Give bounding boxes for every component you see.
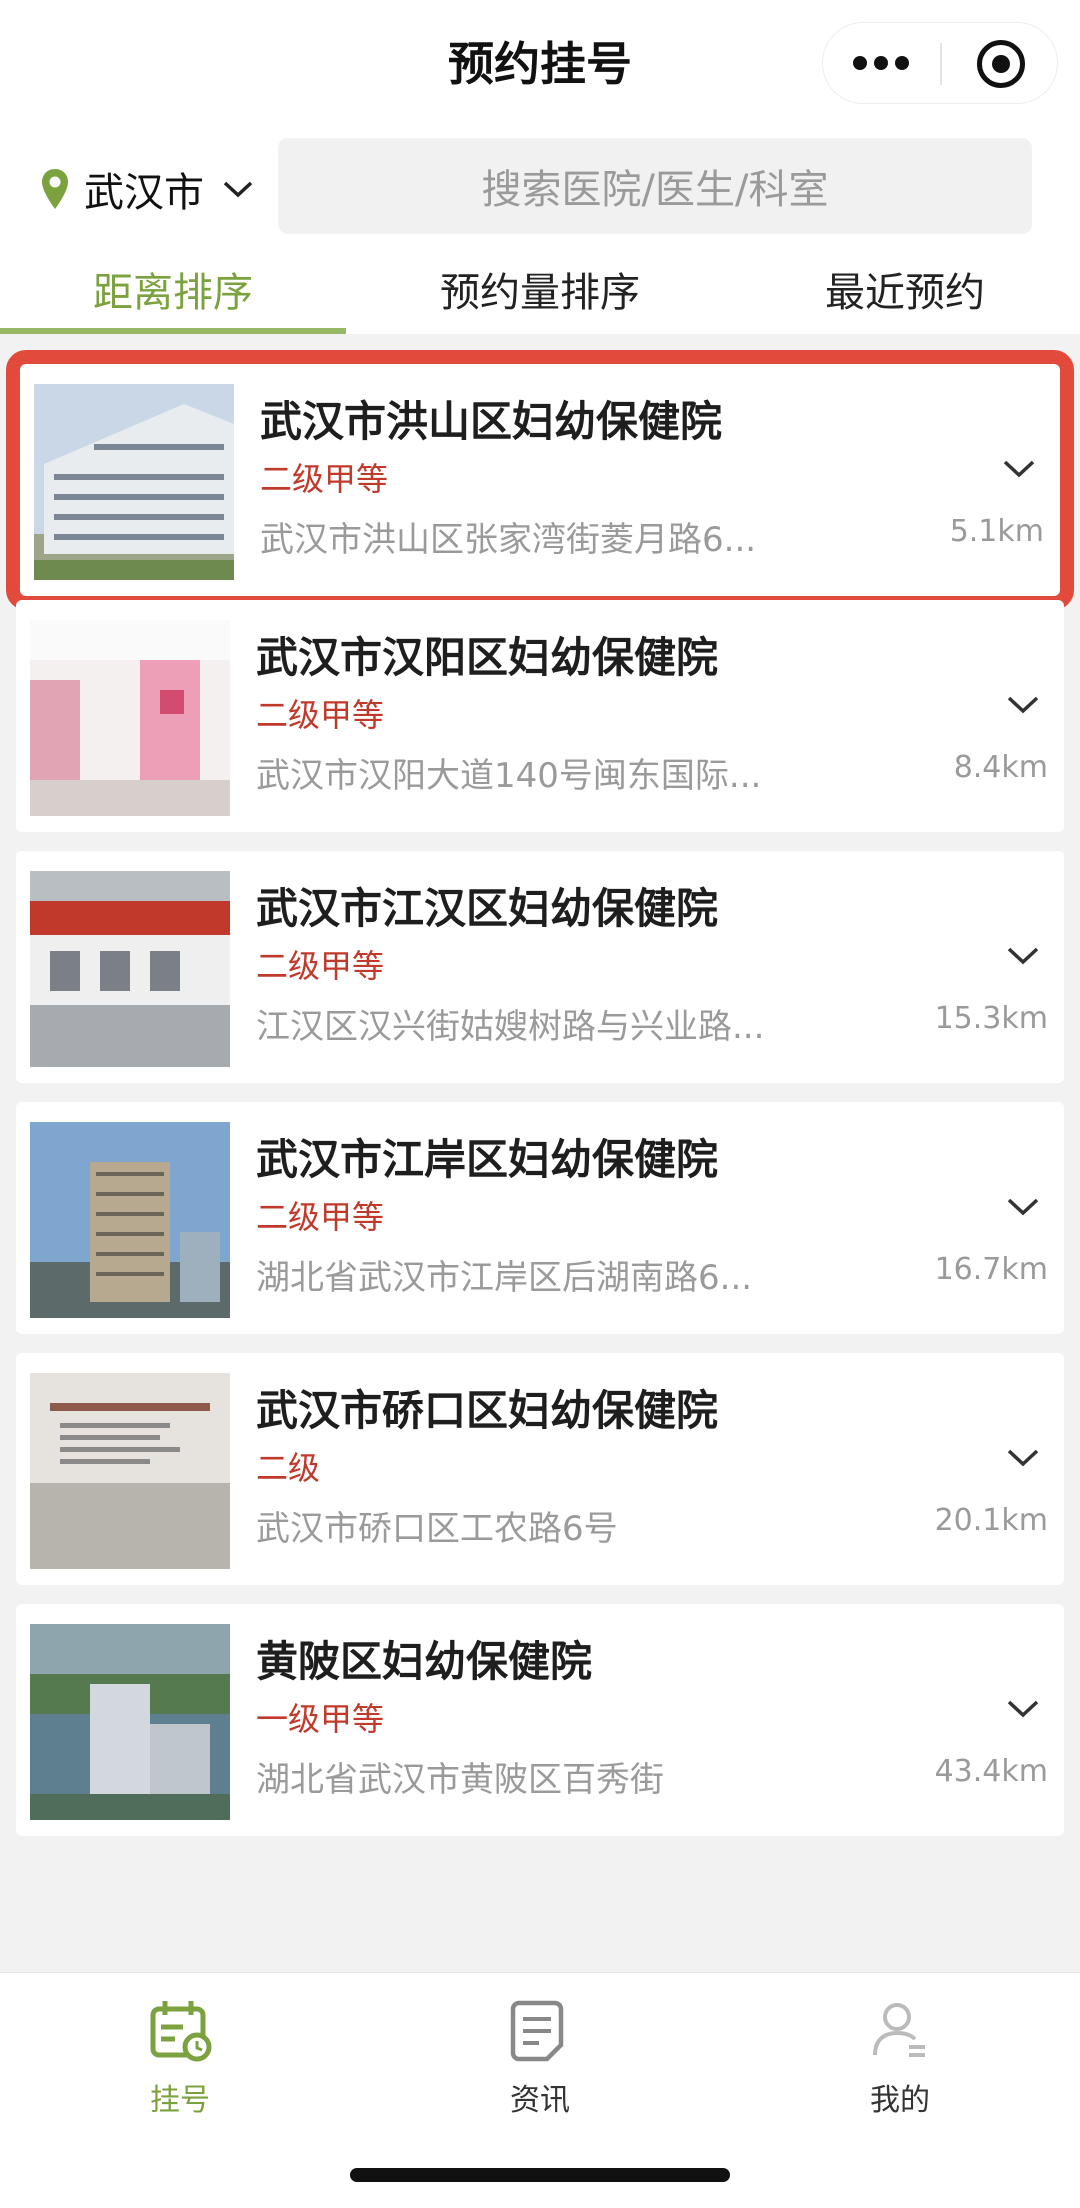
tab-recent[interactable]: 最近预约: [770, 260, 1040, 320]
hospital-distance: 5.1km: [949, 514, 1044, 549]
hospital-name: 武汉市江岸区妇幼保健院: [256, 1135, 719, 1184]
hospital-address: 湖北省武汉市黄陂区百秀街: [256, 1760, 664, 1800]
nav-item-register[interactable]: 挂号: [80, 1997, 280, 2119]
chevron-down-icon[interactable]: [1006, 945, 1040, 967]
hospital-distance: 8.4km: [953, 750, 1048, 785]
hospital-card[interactable]: 黄陂区妇幼保健院 一级甲等 湖北省武汉市黄陂区百秀街 43.4km: [16, 1604, 1064, 1836]
hospital-photo: [30, 1122, 230, 1318]
hospital-card[interactable]: 武汉市江汉区妇幼保健院 二级甲等 江汉区汉兴街姑嫂树路与兴业路... 15.3k…: [16, 851, 1064, 1083]
location-pin-icon: [42, 169, 68, 209]
hospital-grade: 二级甲等: [256, 696, 385, 734]
more-icon[interactable]: [853, 56, 909, 72]
hospital-photo: [30, 871, 230, 1067]
target-icon[interactable]: [977, 40, 1025, 88]
tab-distance[interactable]: 距离排序: [40, 260, 306, 320]
hospital-card[interactable]: 武汉市江岸区妇幼保健院 二级甲等 湖北省武汉市江岸区后湖南路6... 16.7k…: [16, 1102, 1064, 1334]
app-screen: 预约挂号 武汉市 搜索医院/医生/科室 距离排序 预约量排序 最近预约 武汉市洪…: [0, 0, 1080, 2208]
home-indicator: [350, 2168, 730, 2182]
hospital-name: 武汉市硚口区妇幼保健院: [256, 1386, 719, 1435]
header-bar: 预约挂号: [0, 0, 1080, 124]
tab-booking-volume[interactable]: 预约量排序: [400, 260, 680, 320]
hospital-card[interactable]: 武汉市洪山区妇幼保健院 二级甲等 武汉市洪山区张家湾街菱月路6... 5.1km: [6, 350, 1074, 610]
nav-label: 挂号: [150, 2083, 210, 2118]
document-icon: [510, 2000, 564, 2062]
hospital-distance: 20.1km: [934, 1503, 1048, 1538]
chevron-down-icon[interactable]: [1006, 1698, 1040, 1720]
hospital-distance: 15.3km: [934, 1001, 1048, 1036]
user-icon: [873, 2003, 925, 2057]
city-selector[interactable]: 武汉市: [40, 164, 254, 216]
hospital-grade: 二级甲等: [260, 460, 389, 498]
hospital-address: 武汉市汉阳大道140号闽东国际...: [256, 756, 762, 796]
chevron-down-icon[interactable]: [1006, 1447, 1040, 1469]
chevron-down-icon[interactable]: [1006, 694, 1040, 716]
chevron-down-icon[interactable]: [1006, 1196, 1040, 1218]
nav-item-news[interactable]: 资讯: [440, 1997, 640, 2119]
capsule-divider: [940, 43, 942, 85]
hospital-distance: 16.7km: [934, 1252, 1048, 1287]
chevron-down-icon[interactable]: [1002, 458, 1036, 480]
hospital-distance: 43.4km: [934, 1754, 1048, 1789]
hospital-name: 武汉市江汉区妇幼保健院: [256, 884, 719, 933]
active-tab-indicator: [0, 328, 346, 334]
hospital-address: 武汉市硚口区工农路6号: [256, 1509, 618, 1549]
hospital-name: 武汉市汉阳区妇幼保健院: [256, 633, 719, 682]
nav-label: 我的: [870, 2083, 930, 2118]
location-search-row: 武汉市 搜索医院/医生/科室: [0, 124, 1080, 240]
hospital-card[interactable]: 武汉市汉阳区妇幼保健院 二级甲等 武汉市汉阳大道140号闽东国际... 8.4k…: [16, 600, 1064, 832]
hospital-card[interactable]: 武汉市硚口区妇幼保健院 二级 武汉市硚口区工农路6号 20.1km: [16, 1353, 1064, 1585]
hospital-photo: [34, 384, 234, 580]
hospital-name: 黄陂区妇幼保健院: [256, 1637, 593, 1686]
nav-label: 资讯: [510, 2083, 570, 2118]
search-input[interactable]: 搜索医院/医生/科室: [278, 138, 1032, 234]
hospital-name: 武汉市洪山区妇幼保健院: [260, 397, 723, 446]
hospital-photo: [30, 1624, 230, 1820]
hospital-address: 武汉市洪山区张家湾街菱月路6...: [260, 520, 757, 560]
nav-item-profile[interactable]: 我的: [800, 1997, 1000, 2119]
city-name: 武汉市: [84, 170, 204, 216]
hospital-address: 江汉区汉兴街姑嫂树路与兴业路...: [256, 1007, 765, 1047]
hospital-address: 湖北省武汉市江岸区后湖南路6...: [256, 1258, 753, 1298]
calendar-icon: [150, 2001, 212, 2062]
chevron-down-icon: [223, 181, 253, 198]
hospital-grade: 二级甲等: [256, 947, 385, 985]
hospital-photo: [30, 1373, 230, 1569]
hospital-grade: 二级: [256, 1449, 321, 1487]
sort-tabs: 距离排序 预约量排序 最近预约: [0, 240, 1080, 334]
hospital-grade: 二级甲等: [256, 1198, 385, 1236]
mini-program-capsule: [822, 22, 1058, 104]
hospital-grade: 一级甲等: [256, 1700, 385, 1738]
hospital-photo: [30, 620, 230, 816]
